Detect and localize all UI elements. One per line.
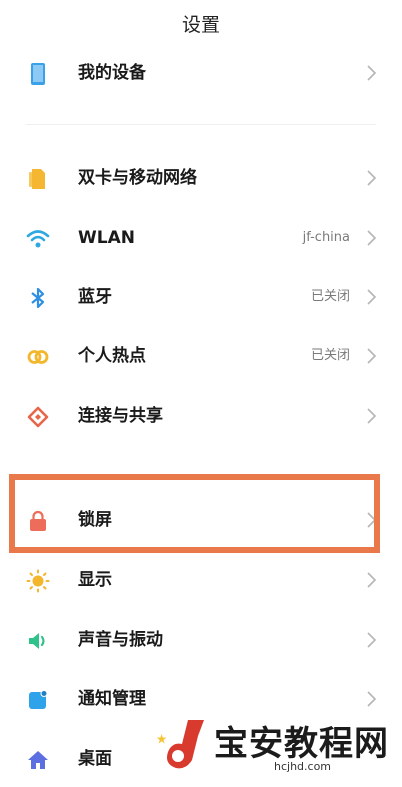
settings-row-my-device[interactable]: 我的设备 [0, 45, 402, 101]
chevron-right-icon [367, 230, 377, 246]
hotspot-icon [27, 350, 49, 364]
bluetooth-icon [31, 287, 45, 309]
display-icon [26, 569, 50, 593]
settings-row-label: 显示 [78, 570, 112, 590]
watermark: 宝安教程网 hcjhd.com [152, 714, 402, 778]
settings-row-label: 连接与共享 [78, 406, 163, 426]
watermark-text: 宝安教程网 [214, 724, 389, 764]
settings-row-wlan[interactable]: WLAN jf-china [0, 210, 402, 266]
settings-row-display[interactable]: 显示 [0, 552, 402, 608]
settings-row-sim-network[interactable]: 双卡与移动网络 [0, 150, 402, 206]
wifi-icon [26, 230, 50, 248]
settings-row-label: 通知管理 [78, 689, 146, 709]
chevron-right-icon [367, 348, 377, 364]
settings-row-label: 声音与振动 [78, 630, 163, 650]
chevron-right-icon [367, 632, 377, 648]
chevron-right-icon [367, 170, 377, 186]
settings-row-label: 桌面 [78, 749, 112, 769]
chevron-right-icon [367, 65, 377, 81]
settings-row-connection-share[interactable]: 连接与共享 [0, 388, 402, 444]
settings-row-value: 已关闭 [310, 348, 350, 363]
chevron-right-icon [367, 289, 377, 305]
settings-row-sound[interactable]: 声音与振动 [0, 612, 402, 668]
settings-row-value: jf-china [302, 230, 350, 245]
chevron-right-icon [367, 572, 377, 588]
sim-card-icon [29, 169, 45, 189]
settings-row-value: 已关闭 [310, 289, 350, 304]
section-divider [26, 124, 376, 125]
device-icon [31, 63, 45, 85]
watermark-url: hcjhd.com [274, 760, 332, 773]
settings-row-hotspot[interactable]: 个人热点 已关闭 [0, 328, 402, 384]
home-icon [28, 751, 48, 769]
settings-row-label: 双卡与移动网络 [78, 168, 197, 188]
settings-row-label: 我的设备 [78, 63, 146, 83]
chevron-right-icon [367, 408, 377, 424]
sound-icon [29, 633, 45, 649]
settings-row-label: WLAN [78, 228, 135, 248]
notification-icon [29, 690, 48, 709]
connection-share-icon [27, 406, 49, 428]
page-title: 设置 [181, 14, 220, 36]
watermark-logo-icon [156, 720, 204, 769]
highlight-box [9, 474, 380, 553]
settings-row-label: 个人热点 [78, 346, 146, 366]
chevron-right-icon [367, 691, 377, 707]
settings-row-bluetooth[interactable]: 蓝牙 已关闭 [0, 269, 402, 325]
settings-row-label: 蓝牙 [78, 287, 112, 307]
